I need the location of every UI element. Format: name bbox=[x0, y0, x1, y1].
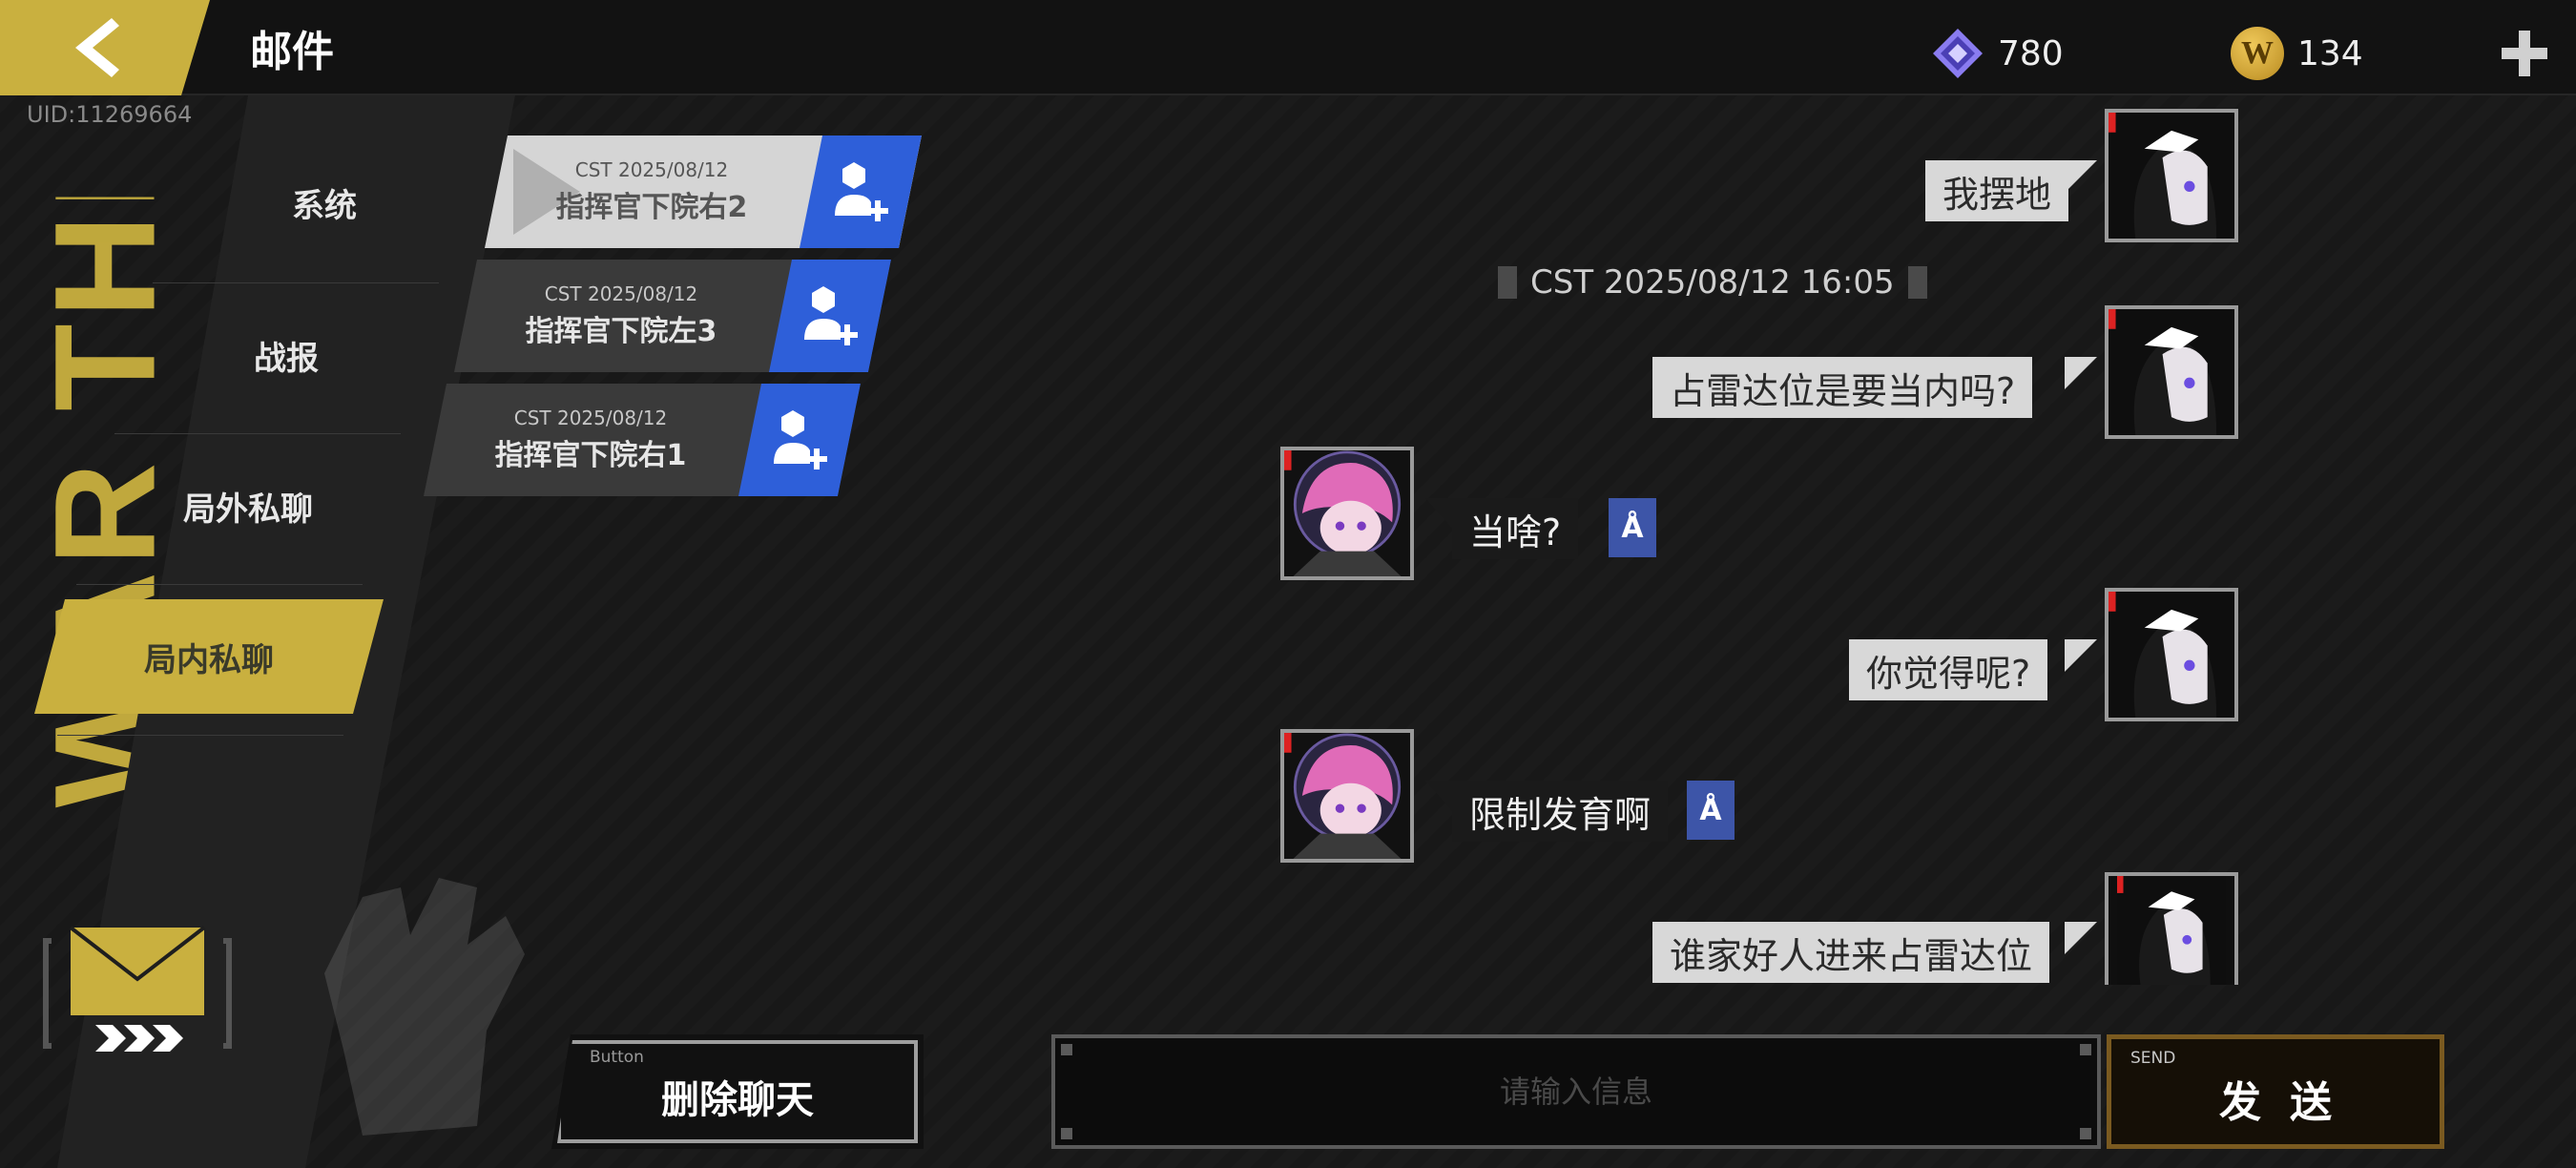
translate-button[interactable]: Å bbox=[1687, 781, 1735, 840]
corner-mark bbox=[2080, 1044, 2091, 1055]
timestamp-marker bbox=[1498, 266, 1517, 299]
back-button[interactable] bbox=[0, 0, 210, 95]
avatar-self[interactable] bbox=[2105, 305, 2238, 439]
coin-amount: 134 bbox=[2297, 33, 2363, 73]
divider bbox=[76, 584, 363, 585]
uid-label: UID:11269664 bbox=[27, 101, 193, 128]
conversation-item[interactable]: CST 2025/08/12 指挥官下院左3 bbox=[454, 260, 891, 372]
message-bubble-own: 谁家好人进来占雷达位 bbox=[1652, 922, 2050, 983]
pink-hair-portrait-icon bbox=[1284, 450, 1410, 576]
conversation-date: CST 2025/08/12 bbox=[544, 282, 698, 305]
bubble-tail bbox=[1425, 781, 1454, 813]
message-bubble-own: 我摆地 bbox=[1925, 160, 2069, 221]
delete-chat-label: 删除聊天 bbox=[661, 1078, 814, 1122]
delete-chat-button[interactable]: Button 删除聊天 bbox=[551, 1034, 924, 1149]
category-outgame-private-label: 局外私聊 bbox=[183, 490, 313, 529]
conversation-name: 指挥官下院右1 bbox=[494, 439, 687, 472]
commander-portrait-icon bbox=[2109, 309, 2234, 435]
gem-amount: 780 bbox=[1998, 33, 2064, 73]
conversation-info: CST 2025/08/12 指挥官下院右1 bbox=[424, 384, 758, 496]
timestamp-marker bbox=[1907, 266, 1927, 299]
category-ingame-private-label: 局内私聊 bbox=[144, 640, 274, 679]
button-tag: SEND bbox=[2130, 1049, 2176, 1068]
message-bubble-other: 限制发育啊 bbox=[1452, 781, 1669, 842]
category-system[interactable]: 系统 bbox=[172, 145, 477, 260]
send-label: 发送 bbox=[2219, 1078, 2360, 1127]
pink-hair-portrait-icon bbox=[1284, 733, 1410, 859]
conversation-name: 指挥官下院左3 bbox=[525, 315, 717, 348]
message-bubble-other: 当啥? bbox=[1452, 498, 1579, 559]
divider bbox=[114, 433, 401, 434]
back-arrow-icon bbox=[75, 18, 119, 77]
bubble-tail bbox=[2065, 922, 2097, 954]
avatar-self[interactable] bbox=[2105, 109, 2238, 242]
message-input[interactable] bbox=[1055, 1074, 2097, 1110]
gem-icon bbox=[1933, 29, 1983, 78]
commander-portrait-icon bbox=[2109, 592, 2234, 718]
category-outgame-private[interactable]: 局外私聊 bbox=[95, 448, 401, 563]
avatar-other[interactable] bbox=[1280, 447, 1414, 580]
translate-button[interactable]: Å bbox=[1609, 498, 1656, 557]
conversation-date: CST 2025/08/12 bbox=[574, 158, 729, 181]
commander-portrait-icon bbox=[2109, 113, 2234, 239]
timestamp-text: CST 2025/08/12 16:05 bbox=[1530, 263, 1895, 302]
bubble-tail bbox=[2065, 357, 2097, 389]
avatar-self[interactable] bbox=[2105, 588, 2238, 721]
add-currency-button[interactable] bbox=[2498, 27, 2551, 80]
button-tag: Button bbox=[590, 1048, 644, 1067]
add-friend-icon bbox=[766, 407, 833, 473]
conversation-date: CST 2025/08/12 bbox=[513, 407, 668, 429]
category-ingame-private[interactable]: 局内私聊 bbox=[34, 599, 384, 714]
corner-mark bbox=[2080, 1128, 2091, 1139]
divider bbox=[153, 282, 439, 283]
add-friend-icon bbox=[797, 282, 863, 349]
add-friend-icon bbox=[827, 158, 894, 225]
page-title: 邮件 bbox=[250, 28, 334, 76]
category-system-label: 系统 bbox=[292, 186, 357, 225]
corner-mark bbox=[1061, 1044, 1072, 1055]
divider bbox=[57, 735, 343, 736]
top-bar: 邮件 780 W 134 bbox=[0, 0, 2576, 95]
bubble-tail bbox=[2065, 639, 2097, 672]
conversation-item[interactable]: CST 2025/08/12 指挥官下院右2 bbox=[485, 136, 922, 248]
bubble-tail bbox=[1425, 498, 1454, 531]
avatar-self[interactable] bbox=[2105, 872, 2238, 985]
send-button[interactable]: SEND 发送 bbox=[2107, 1034, 2444, 1149]
bubble-tail bbox=[2065, 160, 2097, 193]
commander-portrait-icon bbox=[2117, 876, 2226, 985]
chat-timestamp: CST 2025/08/12 16:05 bbox=[1498, 263, 1927, 302]
conversation-info: CST 2025/08/12 指挥官下院左3 bbox=[454, 260, 788, 372]
category-battle-report-label: 战报 bbox=[254, 339, 319, 378]
message-bubble-own: 占雷达位是要当内吗? bbox=[1652, 357, 2033, 418]
conversation-name: 指挥官下院右2 bbox=[555, 191, 748, 224]
avatar-other[interactable] bbox=[1280, 729, 1414, 863]
fist-emblem-icon bbox=[324, 878, 525, 1136]
message-input-box[interactable] bbox=[1051, 1034, 2101, 1149]
coin-counter: W 134 bbox=[2231, 27, 2363, 80]
mail-icon[interactable] bbox=[42, 922, 233, 1055]
gem-counter: 780 bbox=[1931, 27, 2064, 80]
message-bubble-own: 你觉得呢? bbox=[1849, 639, 2048, 700]
category-battle-report[interactable]: 战报 bbox=[134, 298, 439, 412]
corner-mark bbox=[1061, 1128, 1072, 1139]
conversation-info: CST 2025/08/12 指挥官下院右2 bbox=[485, 136, 819, 248]
conversation-item[interactable]: CST 2025/08/12 指挥官下院右1 bbox=[424, 384, 861, 496]
coin-icon: W bbox=[2231, 27, 2284, 80]
